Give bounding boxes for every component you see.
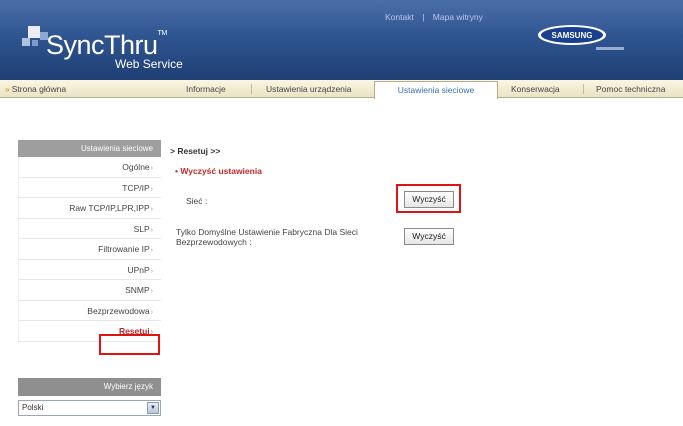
language-select[interactable]: Polski ▼ — [18, 400, 161, 416]
top-links: Kontakt | Mapa witryny — [382, 12, 486, 22]
language-panel: Wybierz język Polski ▼ — [18, 378, 161, 416]
chevron-down-icon[interactable]: ▼ — [147, 402, 159, 414]
tab-informacje[interactable]: Informacje — [186, 80, 226, 98]
clear-network-button[interactable]: Wyczyść — [404, 191, 454, 208]
arrow-right-icon: › — [150, 267, 153, 275]
tab-ustawienia-sieciowe[interactable]: Ustawienia sieciowe — [374, 81, 498, 99]
sidebar-item-ogolne[interactable]: Ogólne› — [19, 157, 161, 178]
contact-link[interactable]: Kontakt — [385, 12, 414, 22]
breadcrumb: > Resetuj >> — [170, 146, 221, 156]
sidebar-item-slp[interactable]: SLP› — [19, 218, 161, 239]
arrow-right-icon: › — [150, 247, 153, 254]
sidebar-item-snmp[interactable]: SNMP› — [19, 280, 161, 301]
sidebar-item-tcpip[interactable]: TCP/IP› — [19, 177, 161, 198]
nav-divider — [251, 84, 252, 94]
arrow-right-icon: › — [150, 165, 153, 172]
tab-pomoc-techniczna[interactable]: Pomoc techniczna — [596, 80, 665, 98]
wireless-factory-reset-label: Tylko Domyślne Ustawienie Fabryczna Dla … — [176, 227, 358, 247]
home-bullet-icon: » — [5, 84, 10, 94]
top-links-separator: | — [422, 12, 425, 22]
sidebar-item-filtrowanie-ip[interactable]: Filtrowanie IP› — [19, 239, 161, 260]
sitemap-link[interactable]: Mapa witryny — [433, 12, 483, 22]
sidebar-header: Ustawienia sieciowe — [18, 140, 161, 157]
arrow-right-icon: › — [150, 206, 153, 213]
samsung-logo: SAMSUNG — [538, 25, 624, 50]
highlight-box-resetuj — [99, 334, 160, 355]
section-title: • Wyczyść ustawienia — [175, 166, 262, 176]
arrow-right-icon: › — [150, 226, 153, 234]
tab-ustawienia-urzadzenia[interactable]: Ustawienia urządzenia — [266, 80, 352, 98]
nav-divider — [583, 84, 584, 94]
arrow-right-icon: › — [150, 288, 153, 295]
sidebar-item-raw-tcpip[interactable]: Raw TCP/IP,LPR,IPP› — [19, 198, 161, 219]
sidebar-item-upnp[interactable]: UPnP› — [19, 259, 161, 280]
logo-subtitle: Web Service — [115, 57, 183, 71]
arrow-right-icon: › — [150, 185, 153, 193]
svg-text:SAMSUNG: SAMSUNG — [552, 31, 593, 40]
arrow-right-icon: › — [150, 308, 153, 316]
sidebar-menu: Ogólne› TCP/IP› Raw TCP/IP,LPR,IPP› SLP›… — [18, 157, 161, 342]
sidebar-item-bezprzewodowa[interactable]: Bezprzewodowa› — [19, 300, 161, 321]
main-nav: » Strona główna Informacje Ustawienia urz… — [0, 80, 683, 99]
sidebar: Ustawienia sieciowe Ogólne› TCP/IP› Raw … — [18, 140, 161, 342]
clear-wireless-button[interactable]: Wyczyść — [404, 228, 454, 245]
nav-home-link[interactable]: » Strona główna — [5, 80, 66, 98]
language-value: Polski — [22, 403, 44, 412]
network-reset-label: Sieć : — [186, 196, 208, 206]
tab-konserwacja[interactable]: Konserwacja — [511, 80, 560, 98]
language-header: Wybierz język — [18, 378, 161, 396]
header-banner: SyncThruTM Web Service Kontakt | Mapa wi… — [0, 0, 683, 80]
